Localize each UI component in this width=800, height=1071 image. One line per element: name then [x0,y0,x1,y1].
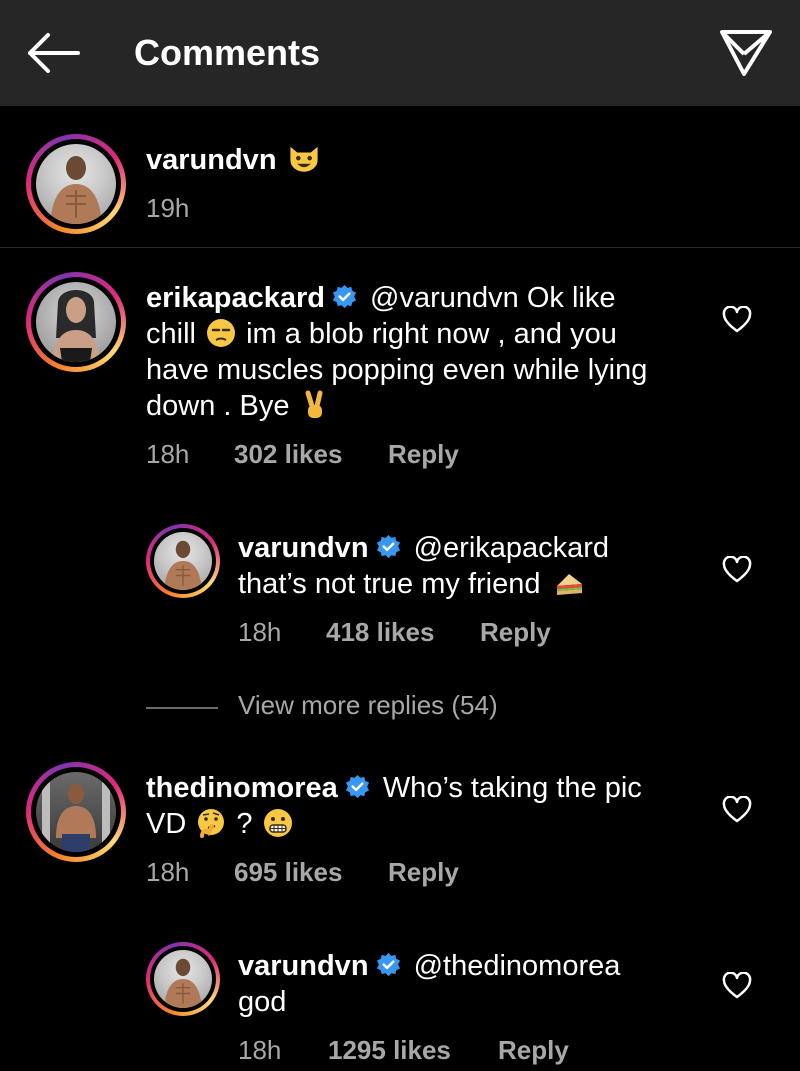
view-more-replies-label: View more replies (54) [238,690,498,720]
back-button[interactable] [24,30,84,76]
avatar[interactable] [26,272,126,372]
reply-button[interactable]: Reply [388,856,459,888]
heart-icon [722,971,752,999]
avatar[interactable] [146,942,220,1016]
comment-username[interactable]: thedinomorea [146,772,338,804]
comment-body-line: chill [146,318,196,350]
like-heart-button[interactable] [722,555,752,584]
timestamp: 18h [146,857,190,887]
avatar[interactable] [146,524,220,598]
caption-text: varundvn [146,140,323,178]
avatar[interactable] [26,762,126,862]
timestamp: 18h [146,439,190,469]
comment-text: thedinomorea Who’s taking the pic VD ? [146,770,706,842]
timestamp: 18h [238,1035,282,1065]
reply-button[interactable]: Reply [388,438,459,470]
caption-username[interactable]: varundvn [146,144,277,176]
comment-meta: 18h 302 likes Reply [146,438,546,470]
comment-body-line: @erikapackard [413,532,610,564]
comment-username[interactable]: varundvn [238,532,369,564]
header-bar: Comments [0,0,800,106]
comment-body-line: im a blob right now , and you [246,318,617,350]
likes-count[interactable]: 1295 likes [328,1034,451,1066]
comment-body-line: VD [146,808,187,840]
timestamp: 19h [146,193,190,223]
grinning-cat-emoji [289,146,318,172]
like-heart-button[interactable] [722,971,752,1000]
arrow-left-icon [28,33,80,73]
reply-button[interactable]: Reply [480,616,551,648]
likes-count[interactable]: 418 likes [326,616,434,648]
comment-body-line: that’s not true my friend [238,568,541,600]
comment-meta: 18h 1295 likes Reply [238,1034,638,1066]
comment-text: erikapackard @varundvn Ok like chill im … [146,280,706,424]
like-heart-button[interactable] [722,795,752,824]
comment-username[interactable]: varundvn [238,950,369,982]
comment-meta: 18h 418 likes Reply [238,616,638,648]
timestamp: 18h [238,617,282,647]
comment-body-line: @varundvn Ok like [370,282,616,314]
reply-button[interactable]: Reply [498,1034,569,1066]
share-button[interactable] [716,24,776,80]
comment-body-line: ? [236,808,253,840]
sandwich-emoji [556,574,582,595]
comment-username[interactable]: erikapackard [146,282,325,314]
comment-body-line: down . Bye [146,390,290,422]
comment-meta: 18h 695 likes Reply [146,856,546,888]
likes-count[interactable]: 695 likes [234,856,342,888]
verified-badge-icon [376,534,400,559]
comment-body-line: Who’s taking the pic [382,772,642,804]
comment-text: varundvn @thedinomorea god [238,948,708,1020]
grimacing-face-emoji [263,809,292,837]
comment-text: varundvn @erikapackard that’s not true m… [238,530,708,602]
comment-body-line: god [238,986,287,1018]
post-caption: varundvn 19h [0,106,800,248]
verified-badge-icon [376,952,400,977]
comment-body-line: @thedinomorea [413,950,621,982]
verified-badge-icon [345,774,369,799]
like-heart-button[interactable] [722,305,752,334]
avatar[interactable] [26,134,126,234]
page-title: Comments [134,32,321,73]
likes-count[interactable]: 302 likes [234,438,342,470]
heart-icon [722,305,752,333]
heart-icon [722,795,752,823]
victory-hand-emoji [305,390,323,418]
thinking-face-emoji [198,809,225,838]
direct-send-icon [720,30,772,76]
unamused-face-emoji [207,319,236,347]
comment-body-line: have muscles popping even while lying [146,354,648,386]
divider-line [146,707,218,709]
heart-icon [722,555,752,583]
verified-badge-icon [332,284,357,309]
